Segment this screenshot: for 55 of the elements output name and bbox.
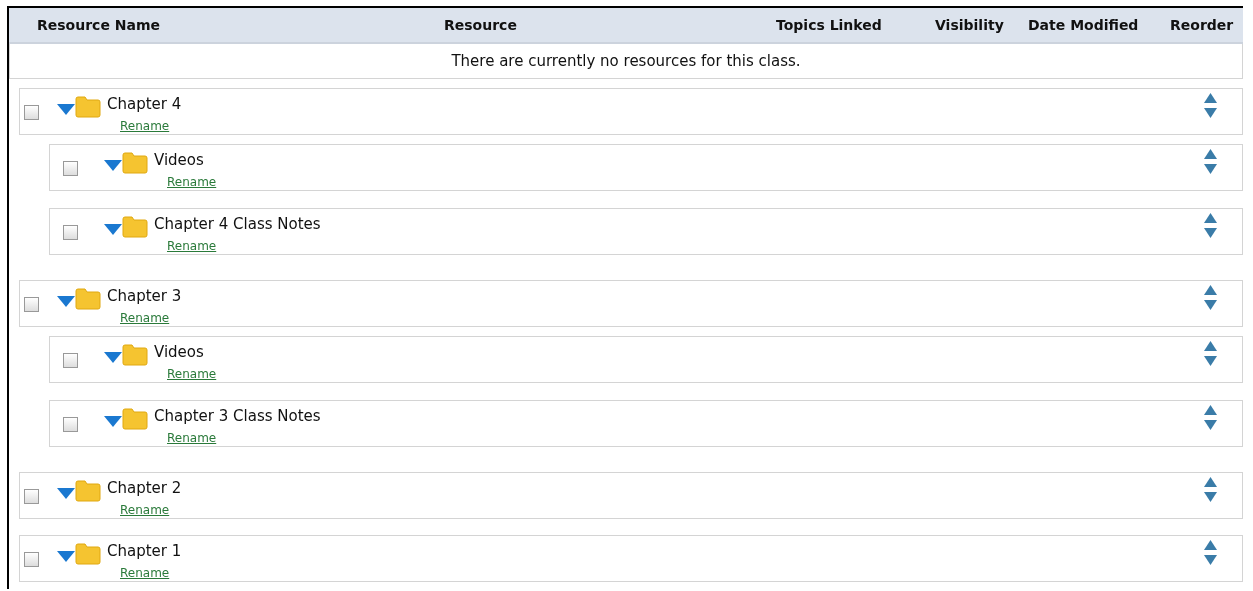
reorder-arrows-icon[interactable] xyxy=(1204,149,1217,175)
folder-icon xyxy=(75,288,101,310)
folder-name: Chapter 3 Class Notes xyxy=(154,407,321,425)
column-header: Reorder xyxy=(1170,17,1234,33)
reorder-arrows-icon[interactable] xyxy=(1204,405,1217,431)
rename-link[interactable]: Rename xyxy=(120,503,170,517)
expand-toggle-icon[interactable] xyxy=(57,296,75,307)
expand-toggle-icon[interactable] xyxy=(57,551,75,562)
column-header: Topics Linked xyxy=(776,17,882,33)
checkbox[interactable] xyxy=(24,552,39,567)
reorder-arrows-icon[interactable] xyxy=(1204,540,1217,566)
folder-icon xyxy=(75,96,101,118)
folder-icon xyxy=(75,543,101,565)
folder-name: Videos xyxy=(154,343,205,361)
folder-name: Chapter 3 xyxy=(107,287,182,305)
reorder-arrows-icon[interactable] xyxy=(1204,93,1217,119)
reorder-arrows-icon[interactable] xyxy=(1204,477,1217,503)
reorder-arrows-icon[interactable] xyxy=(1204,213,1217,239)
reorder-arrows-icon[interactable] xyxy=(1204,285,1217,311)
rename-link[interactable]: Rename xyxy=(120,311,170,325)
folder-name: Chapter 4 xyxy=(107,95,182,113)
expand-toggle-icon[interactable] xyxy=(57,488,75,499)
rename-link[interactable]: Rename xyxy=(167,175,217,189)
folder-icon xyxy=(122,216,148,238)
folder-icon xyxy=(75,480,101,502)
folder-icon xyxy=(122,408,148,430)
reorder-arrows-icon[interactable] xyxy=(1204,341,1217,367)
rename-link[interactable]: Rename xyxy=(120,566,170,580)
checkbox[interactable] xyxy=(63,417,78,432)
column-header: Resource xyxy=(444,17,517,33)
rename-link[interactable]: Rename xyxy=(167,239,217,253)
folder-icon xyxy=(122,344,148,366)
column-header: Date Modified xyxy=(1028,17,1139,33)
expand-toggle-icon[interactable] xyxy=(104,160,122,171)
folder-name: Chapter 4 Class Notes xyxy=(154,215,321,233)
expand-toggle-icon[interactable] xyxy=(57,104,75,115)
checkbox[interactable] xyxy=(63,353,78,368)
folder-icon xyxy=(122,152,148,174)
folder-name: Videos xyxy=(154,151,205,169)
checkbox[interactable] xyxy=(24,105,39,120)
empty-message: There are currently no resources for this class. xyxy=(451,50,801,72)
folder-name: Chapter 1 xyxy=(107,542,182,560)
expand-toggle-icon[interactable] xyxy=(104,416,122,427)
rename-link[interactable]: Rename xyxy=(167,367,217,381)
folder-name: Chapter 2 xyxy=(107,479,182,497)
rename-link[interactable]: Rename xyxy=(167,431,217,445)
expand-toggle-icon[interactable] xyxy=(104,352,122,363)
checkbox[interactable] xyxy=(63,225,78,240)
column-header: Visibility xyxy=(935,17,1004,33)
column-header: Resource Name xyxy=(37,17,160,33)
checkbox[interactable] xyxy=(24,297,39,312)
expand-toggle-icon[interactable] xyxy=(104,224,122,235)
checkbox[interactable] xyxy=(63,161,78,176)
rename-link[interactable]: Rename xyxy=(120,119,170,133)
checkbox[interactable] xyxy=(24,489,39,504)
